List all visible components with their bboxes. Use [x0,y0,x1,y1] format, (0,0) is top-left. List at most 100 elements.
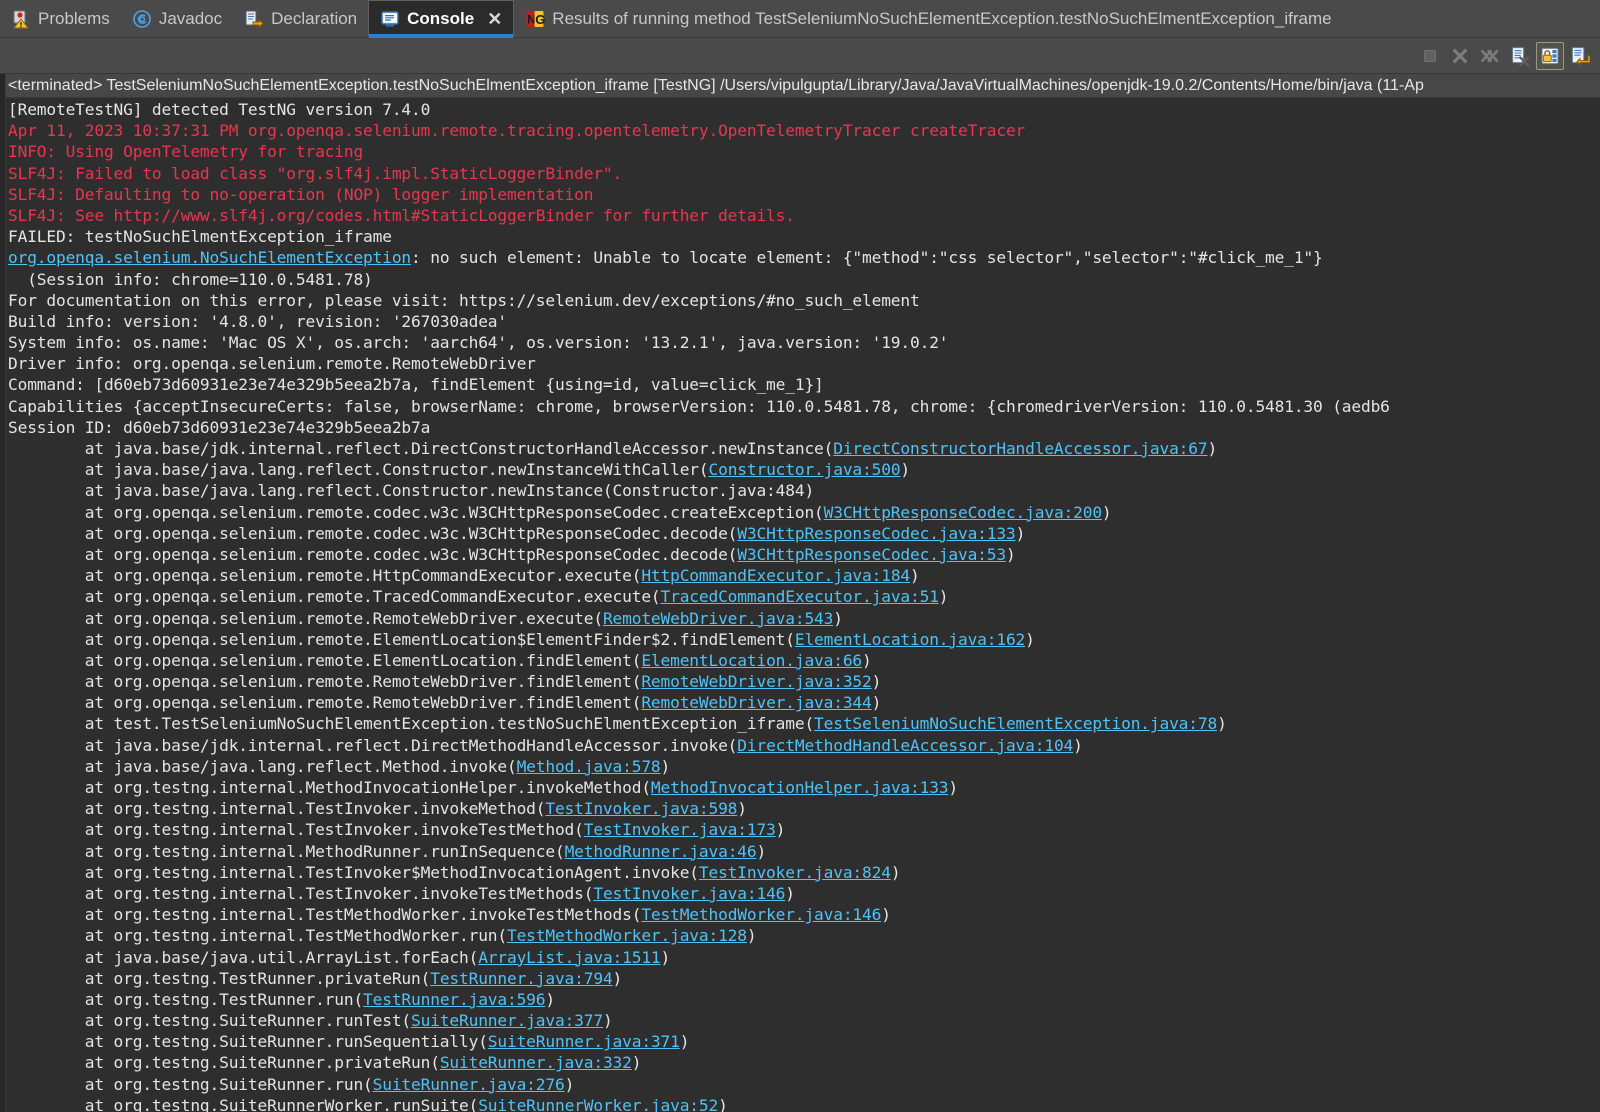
console-line: at org.openqa.selenium.remote.codec.w3c.… [8,523,1600,544]
stacktrace-link[interactable]: RemoteWebDriver.java:344 [641,693,871,712]
close-icon[interactable]: ✕ [487,10,502,28]
console-text: ) [910,566,920,585]
scroll-lock-button[interactable] [1536,42,1564,70]
console-line: at org.testng.SuiteRunner.privateRun(Sui… [8,1052,1600,1073]
stacktrace-link[interactable]: ElementLocation.java:162 [795,630,1025,649]
console-text: at java.base/java.lang.reflect.Construct… [8,460,709,479]
console-text: Session ID: d60eb73d60931e23e74e329b5eea… [8,418,430,437]
console-line: SLF4J: Failed to load class "org.slf4j.i… [8,163,1600,184]
stacktrace-link[interactable]: TestRunner.java:596 [363,990,545,1009]
stacktrace-link[interactable]: SuiteRunner.java:377 [411,1011,603,1030]
console-left-ruler [0,74,6,1112]
console-text: at org.testng.internal.MethodInvocationH… [8,778,651,797]
console-toolbar [0,38,1600,74]
stacktrace-link[interactable]: TestMethodWorker.java:128 [507,926,747,945]
stacktrace-link[interactable]: SuiteRunner.java:371 [488,1032,680,1051]
console-text: ) [900,460,910,479]
stacktrace-link[interactable]: TracedCommandExecutor.java:51 [661,587,939,606]
console-line: at org.testng.internal.TestMethodWorker.… [8,925,1600,946]
stacktrace-link[interactable]: MethodInvocationHelper.java:133 [651,778,948,797]
stacktrace-link[interactable]: SuiteRunnerWorker.java:52 [478,1096,718,1112]
console-text: at org.openqa.selenium.remote.RemoteWebD… [8,609,603,628]
console-text: ) [545,990,555,1009]
stacktrace-link[interactable]: ElementLocation.java:66 [641,651,862,670]
console-text: ) [1006,545,1016,564]
double-x-icon [1480,46,1500,66]
console-text: ) [1025,630,1035,649]
console-line: FAILED: testNoSuchElmentException_iframe [8,226,1600,247]
console-text: Command: [d60eb73d60931e23e74e329b5eea2b… [8,375,824,394]
console-text: (Session info: chrome=110.0.5481.78) [8,270,373,289]
stacktrace-link[interactable]: Constructor.java:500 [709,460,901,479]
console-text: ) [680,1032,690,1051]
console-view[interactable]: <terminated> TestSeleniumNoSuchElementEx… [0,74,1600,1112]
stacktrace-link[interactable]: TestRunner.java:794 [430,969,612,988]
stacktrace-link[interactable]: Method.java:578 [517,757,661,776]
console-line: at org.openqa.selenium.remote.RemoteWebD… [8,692,1600,713]
console-line: at org.openqa.selenium.remote.RemoteWebD… [8,608,1600,629]
console-line: at java.base/java.lang.reflect.Construct… [8,459,1600,480]
stacktrace-link[interactable]: W3CHttpResponseCodec.java:200 [824,503,1102,522]
stacktrace-link[interactable]: TestInvoker.java:598 [545,799,737,818]
tab-label: Declaration [271,9,357,29]
stacktrace-link[interactable]: SuiteRunner.java:332 [440,1053,632,1072]
tab-problems[interactable]: Problems [0,0,121,37]
stacktrace-link[interactable]: W3CHttpResponseCodec.java:53 [737,545,1006,564]
console-line: at java.base/java.lang.reflect.Method.in… [8,756,1600,777]
console-line: org.openqa.selenium.NoSuchElementExcepti… [8,247,1600,268]
console-text: at org.openqa.selenium.remote.ElementLoc… [8,651,641,670]
console-line: at java.base/java.util.ArrayList.forEach… [8,947,1600,968]
stacktrace-link[interactable]: SuiteRunner.java:276 [373,1075,565,1094]
stacktrace-link[interactable]: org.openqa.selenium.NoSuchElementExcepti… [8,248,411,267]
svg-text:G: G [535,12,545,27]
console-text: ) [1207,439,1217,458]
testng-icon: NG [525,9,545,29]
console-text: at org.testng.internal.TestMethodWorker.… [8,905,641,924]
tab-declaration[interactable]: Declaration [233,0,368,37]
console-text: at java.base/jdk.internal.reflect.Direct… [8,736,737,755]
console-text: [RemoteTestNG] detected TestNG version 7… [8,100,430,119]
stacktrace-link[interactable]: TestMethodWorker.java:146 [641,905,881,924]
stacktrace-link[interactable]: MethodRunner.java:46 [565,842,757,861]
console-line: Command: [d60eb73d60931e23e74e329b5eea2b… [8,374,1600,395]
console-text: at java.base/java.lang.reflect.Construct… [8,481,814,500]
clear-console-button[interactable] [1506,42,1534,70]
console-line: Capabilities {acceptInsecureCerts: false… [8,396,1600,417]
console-text: at org.openqa.selenium.remote.TracedComm… [8,587,661,606]
tab-javadoc[interactable]: Javadoc [121,0,233,37]
stacktrace-link[interactable]: DirectMethodHandleAccessor.java:104 [737,736,1073,755]
console-text: at org.testng.TestRunner.privateRun( [8,969,430,988]
display-selected-console-button[interactable] [1566,42,1594,70]
console-text: ) [872,693,882,712]
stacktrace-link[interactable]: TestInvoker.java:824 [699,863,891,882]
console-line: at org.testng.internal.TestInvoker$Metho… [8,862,1600,883]
view-tab-bar: ProblemsJavadoc Declaration Console✕NGResu… [0,0,1600,38]
console-line: INFO: Using OpenTelemetry for tracing [8,141,1600,162]
console-text: SLF4J: See http://www.slf4j.org/codes.ht… [8,206,795,225]
console-output[interactable]: [RemoteTestNG] detected TestNG version 7… [0,98,1600,1112]
tab-results[interactable]: NGResults of running method TestSelenium… [514,0,1342,37]
console-text: ) [1016,524,1026,543]
stacktrace-link[interactable]: W3CHttpResponseCodec.java:133 [737,524,1015,543]
stacktrace-link[interactable]: RemoteWebDriver.java:352 [641,672,871,691]
console-text: ) [756,842,766,861]
console-line: at java.base/jdk.internal.reflect.Direct… [8,735,1600,756]
console-text: at org.testng.TestRunner.run( [8,990,363,1009]
console-text: FAILED: testNoSuchElmentException_iframe [8,227,392,246]
stacktrace-link[interactable]: DirectConstructorHandleAccessor.java:67 [833,439,1207,458]
console-text: ) [862,651,872,670]
console-text: ) [776,820,786,839]
tab-console[interactable]: Console✕ [368,0,514,37]
terminate-button [1416,42,1444,70]
stacktrace-link[interactable]: HttpCommandExecutor.java:184 [641,566,910,585]
stacktrace-link[interactable]: ArrayList.java:1511 [478,948,660,967]
stacktrace-link[interactable]: TestSeleniumNoSuchElementException.java:… [814,714,1217,733]
console-text: at test.TestSeleniumNoSuchElementExcepti… [8,714,814,733]
console-line: Session ID: d60eb73d60931e23e74e329b5eea… [8,417,1600,438]
stacktrace-link[interactable]: TestInvoker.java:173 [584,820,776,839]
console-text: ) [833,609,843,628]
console-text: at org.openqa.selenium.remote.codec.w3c.… [8,545,737,564]
stacktrace-link[interactable]: RemoteWebDriver.java:543 [603,609,833,628]
console-text: at org.openqa.selenium.remote.codec.w3c.… [8,524,737,543]
stacktrace-link[interactable]: TestInvoker.java:146 [593,884,785,903]
